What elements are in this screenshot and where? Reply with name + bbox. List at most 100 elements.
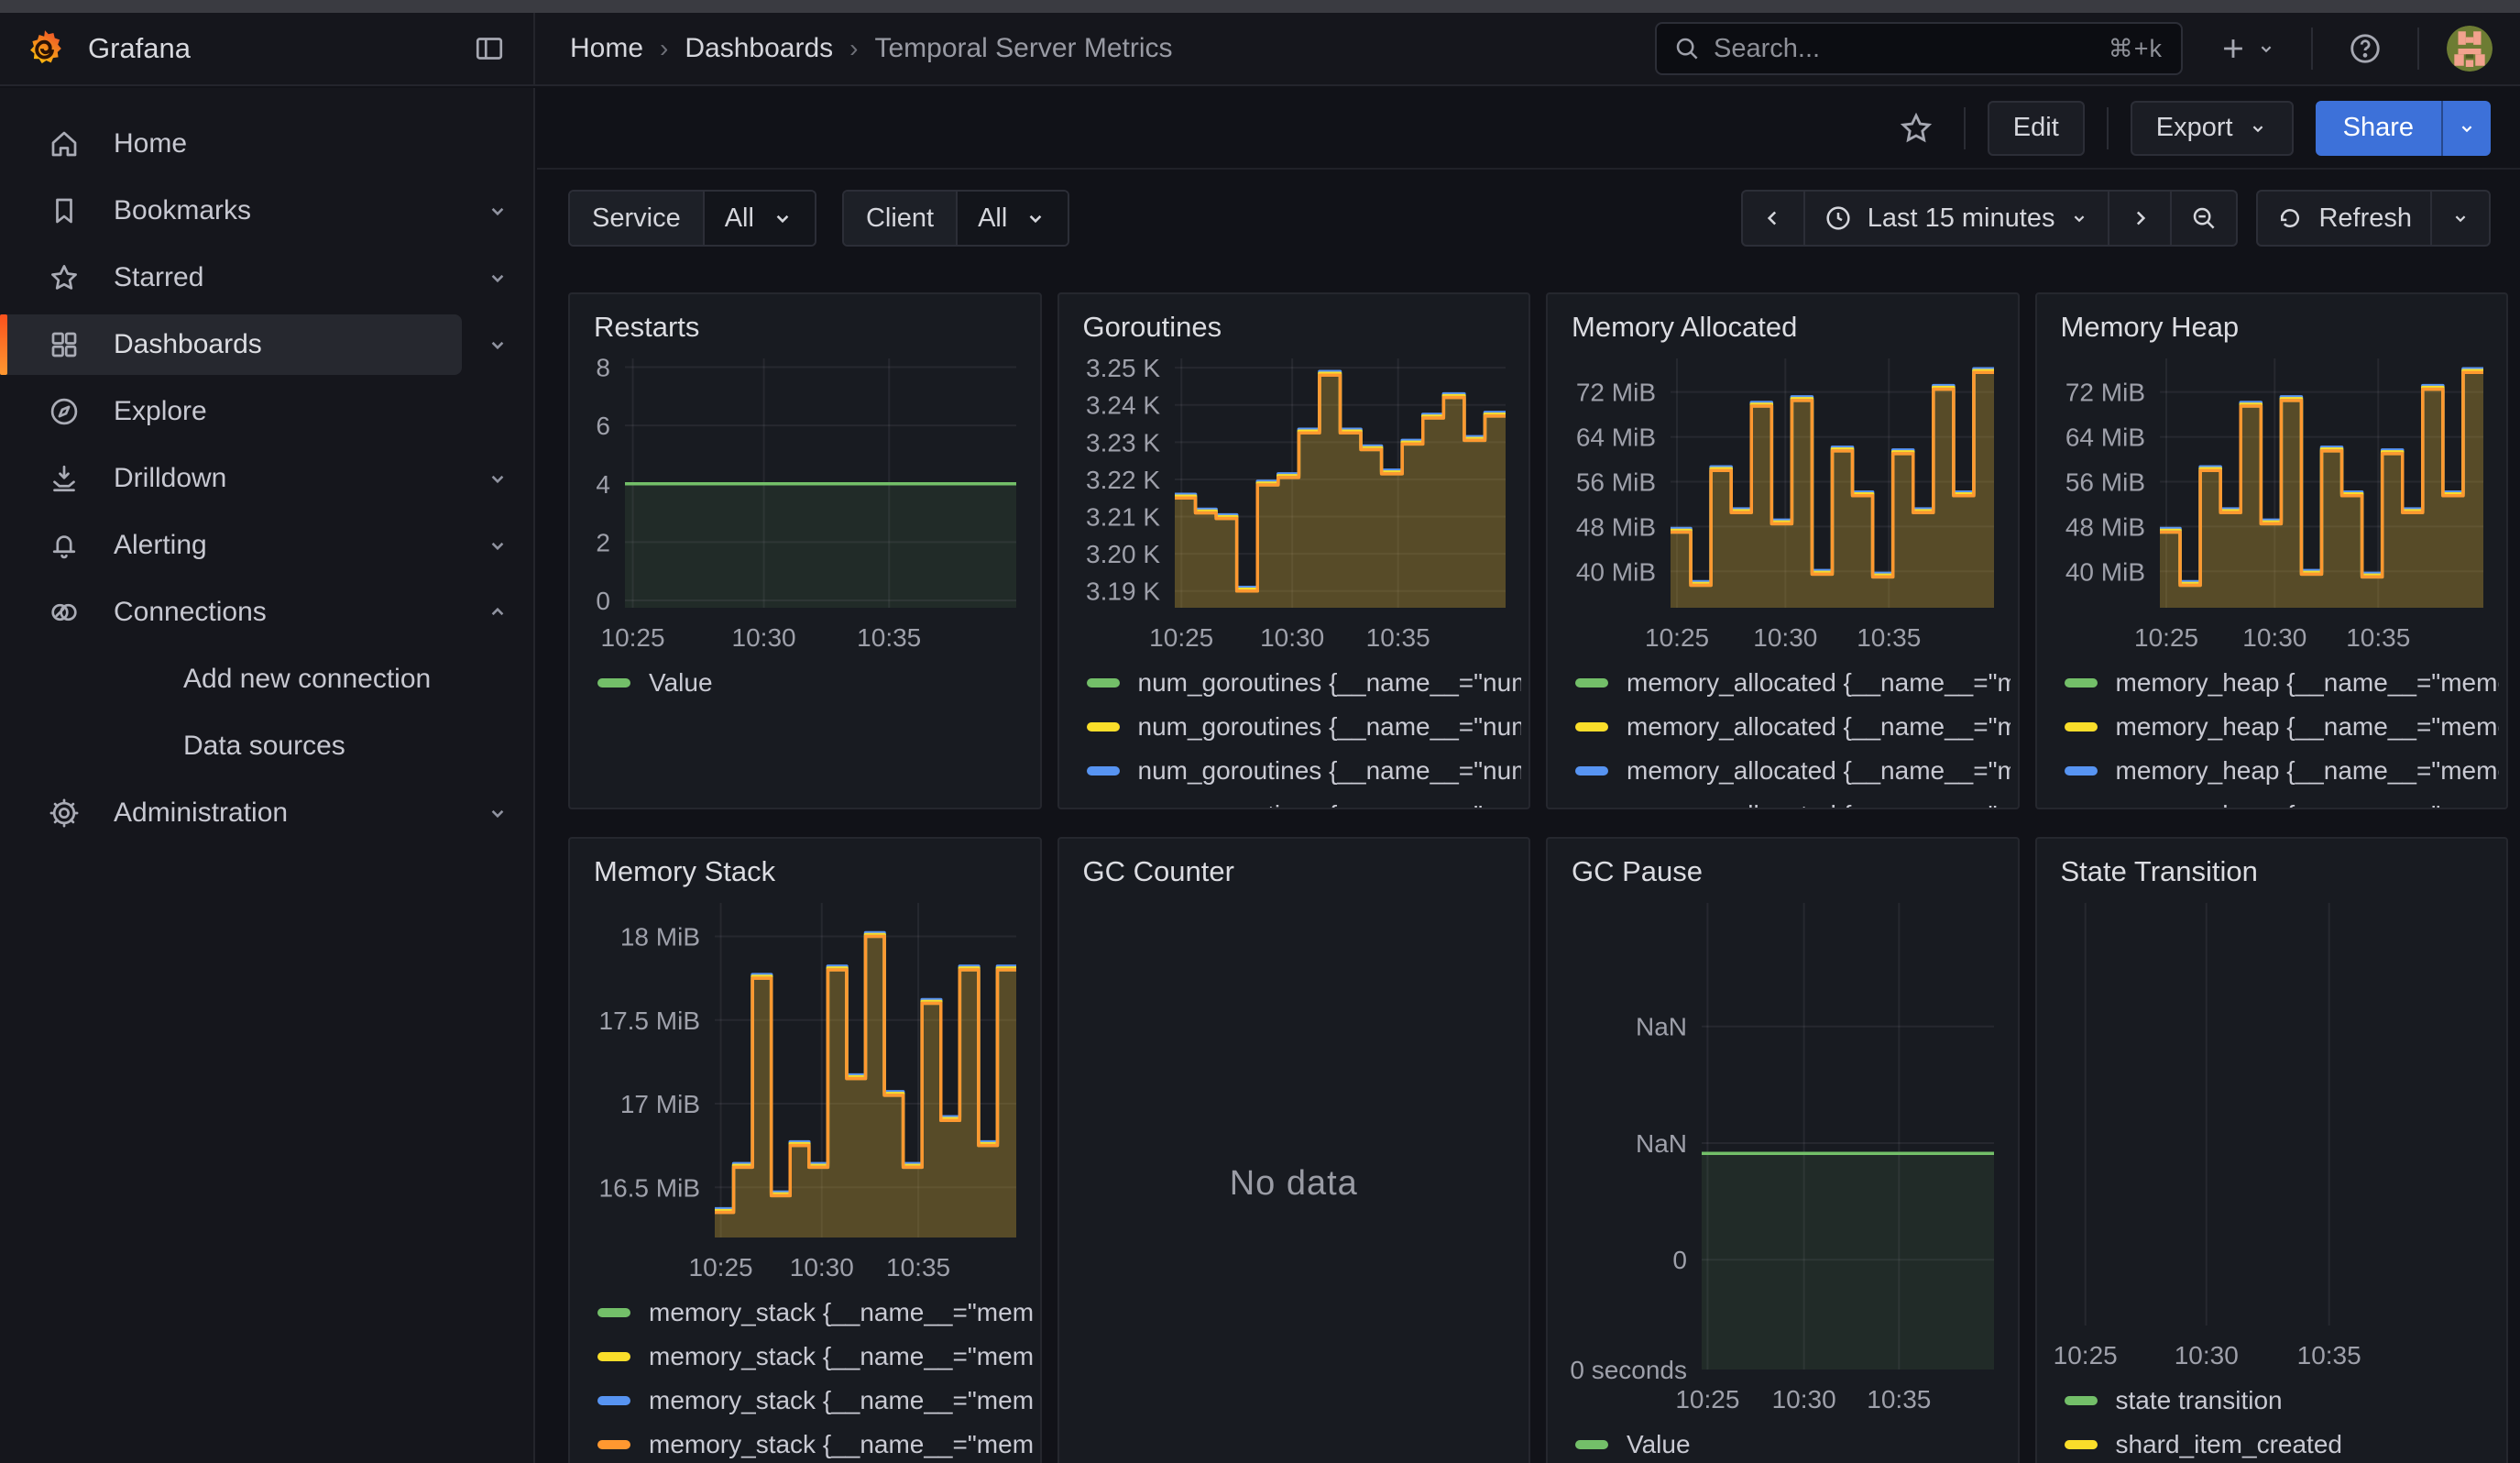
panel-title: Restarts	[570, 294, 1040, 346]
legend-item[interactable]: num_goroutines {__name__="num_go	[1087, 712, 1522, 741]
legend-swatch	[1575, 722, 1608, 732]
sidebar-item-home: Home	[0, 114, 533, 174]
legend-label: memory_heap {__name__="memory_h	[2116, 712, 2500, 741]
legend-swatch	[1087, 766, 1120, 776]
search-box[interactable]: ⌘+k	[1655, 22, 2183, 75]
legend-item[interactable]: memory_allocated {__name__="memo	[1575, 668, 2011, 697]
sidebar-item-label: Home	[114, 128, 187, 160]
legend-item[interactable]: state transition	[2065, 1386, 2500, 1414]
legend-item[interactable]: num_goroutines {__name__="num_go	[1087, 756, 1522, 785]
svg-text:10:30: 10:30	[1772, 1385, 1836, 1414]
favorite-star-icon[interactable]	[1890, 103, 1942, 154]
svg-text:8: 8	[596, 354, 610, 382]
legend-item[interactable]: Value	[597, 668, 1033, 697]
sidebar-toggle-icon[interactable]	[466, 25, 513, 72]
chevron-down-icon[interactable]	[462, 266, 533, 290]
sidebar-item-link[interactable]: Connections	[0, 582, 462, 643]
sidebar-item-link[interactable]: Explore	[0, 381, 466, 442]
svg-text:10:30: 10:30	[2242, 623, 2306, 652]
edit-button[interactable]: Edit	[1988, 101, 2085, 156]
legend-label: num_goroutines {__name__="num_go	[1138, 668, 1522, 697]
legend-label: memory_allocated {__name__="memo	[1627, 668, 2011, 697]
time-shift-forward-button[interactable]	[2109, 192, 2172, 245]
legend-item[interactable]: memory_heap {__name__="memory_h	[2065, 668, 2500, 697]
help-icon[interactable]	[2340, 24, 2390, 73]
panel-title: Memory Heap	[2037, 294, 2507, 346]
timeseries-chart: 72 MiB64 MiB56 MiB48 MiB40 MiB10:2510:30…	[2046, 347, 2491, 657]
svg-text:10:25: 10:25	[2053, 1341, 2117, 1370]
svg-text:72 MiB: 72 MiB	[1576, 379, 1656, 407]
svg-text:3.20 K: 3.20 K	[1086, 540, 1160, 568]
refresh-group: Refresh	[2256, 190, 2491, 247]
svg-text:10:35: 10:35	[1857, 623, 1921, 652]
sidebar-item-link[interactable]: Data sources	[0, 716, 466, 776]
time-shift-back-button[interactable]	[1743, 192, 1805, 245]
zoom-out-button[interactable]	[2172, 192, 2236, 245]
legend-item[interactable]: memory_stack {__name__="memory_s	[597, 1342, 1033, 1370]
sidebar-item-link[interactable]: Starred	[0, 248, 462, 308]
chevron-up-icon[interactable]	[462, 600, 533, 624]
sidebar-item-dashboards: Dashboards	[0, 314, 533, 375]
legend-label: shard_item_created	[2116, 1430, 2342, 1458]
panel-title: GC Pause	[1548, 839, 2018, 890]
legend-item[interactable]: memory_stack {__name__="memory_s	[597, 1298, 1033, 1326]
sidebar-item-link[interactable]: Drilldown	[0, 448, 462, 509]
breadcrumb-item[interactable]: Dashboards	[685, 33, 833, 64]
legend-item[interactable]: memory_allocated {__name__="memo	[1575, 756, 2011, 785]
svg-text:NaN: NaN	[1636, 1129, 1687, 1158]
legend-item[interactable]: memory_stack {__name__="memory_s	[597, 1386, 1033, 1414]
panel-memory-heap: Memory Heap72 MiB64 MiB56 MiB48 MiB40 Mi…	[2035, 292, 2509, 809]
svg-text:3.19 K: 3.19 K	[1086, 578, 1160, 606]
search-input[interactable]	[1714, 34, 2096, 64]
export-button[interactable]: Export	[2131, 101, 2294, 156]
breadcrumb-item: Temporal Server Metrics	[874, 33, 1172, 64]
panel-legend: num_goroutines {__name__="num_go num_goro…	[1059, 657, 1529, 809]
sidebar-item-label: Connections	[114, 597, 267, 628]
filter-value-dropdown[interactable]: All	[705, 192, 815, 245]
time-controls: Last 15 minutes Refresh	[1741, 190, 2491, 247]
chevron-down-icon[interactable]	[462, 467, 533, 490]
chevron-down-icon[interactable]	[462, 534, 533, 557]
legend-item[interactable]: shard_item_created	[2065, 1430, 2500, 1458]
template-variable-filters: ServiceAllClientAll	[568, 190, 1069, 247]
filter-value-dropdown[interactable]: All	[958, 192, 1068, 245]
legend-item[interactable]: memory_allocated {__name__="memo	[1575, 800, 2011, 809]
svg-text:10:25: 10:25	[2134, 623, 2198, 652]
refresh-button[interactable]: Refresh	[2258, 192, 2432, 245]
time-range-picker[interactable]: Last 15 minutes	[1805, 192, 2110, 245]
share-options-chevron[interactable]	[2441, 101, 2491, 156]
chevron-down-icon[interactable]	[462, 333, 533, 357]
svg-text:0: 0	[1672, 1246, 1687, 1274]
legend-item[interactable]: memory_heap {__name__="memory_h	[2065, 756, 2500, 785]
refresh-interval-chevron[interactable]	[2432, 192, 2489, 245]
sidebar-item-link[interactable]: Home	[0, 114, 466, 174]
sidebar-item-drilldown: Drilldown	[0, 448, 533, 509]
sidebar-item-link[interactable]: Administration	[0, 783, 462, 843]
legend-label: Value	[649, 668, 713, 697]
legend-item[interactable]: num_goroutines {__name__="num_go	[1087, 800, 1522, 809]
legend-item[interactable]: memory_heap {__name__="memory_h	[2065, 712, 2500, 741]
sidebar-item-link[interactable]: Bookmarks	[0, 181, 462, 241]
legend-swatch	[597, 1396, 630, 1405]
share-button[interactable]: Share	[2316, 101, 2441, 156]
svg-text:NaN: NaN	[1636, 1013, 1687, 1041]
legend-item[interactable]: memory_heap {__name__="memory_h	[2065, 800, 2500, 809]
legend-item[interactable]: memory_allocated {__name__="memo	[1575, 712, 2011, 741]
legend-label: memory_heap {__name__="memory_h	[2116, 756, 2500, 785]
legend-item[interactable]: num_goroutines {__name__="num_go	[1087, 668, 1522, 697]
sidebar-item-link[interactable]: Alerting	[0, 515, 462, 576]
chevron-down-icon[interactable]	[462, 801, 533, 825]
grafana-logo-icon[interactable]	[24, 28, 66, 70]
sidebar-item-link[interactable]: Add new connection	[0, 649, 466, 710]
breadcrumb-item[interactable]: Home	[570, 33, 643, 64]
sidebar-item-link[interactable]: Dashboards	[0, 314, 462, 375]
sidebar-item-alerting: Alerting	[0, 515, 533, 576]
svg-text:6: 6	[596, 412, 610, 440]
timeseries-chart: 10:2510:3010:35	[2046, 892, 2491, 1375]
chevron-down-icon[interactable]	[462, 199, 533, 223]
add-new-button[interactable]	[2210, 26, 2284, 72]
svg-text:48 MiB: 48 MiB	[2065, 512, 2144, 541]
legend-item[interactable]: Value	[1575, 1430, 2011, 1458]
legend-item[interactable]: memory_stack {__name__="memory_s	[597, 1430, 1033, 1458]
avatar[interactable]	[2447, 26, 2493, 72]
